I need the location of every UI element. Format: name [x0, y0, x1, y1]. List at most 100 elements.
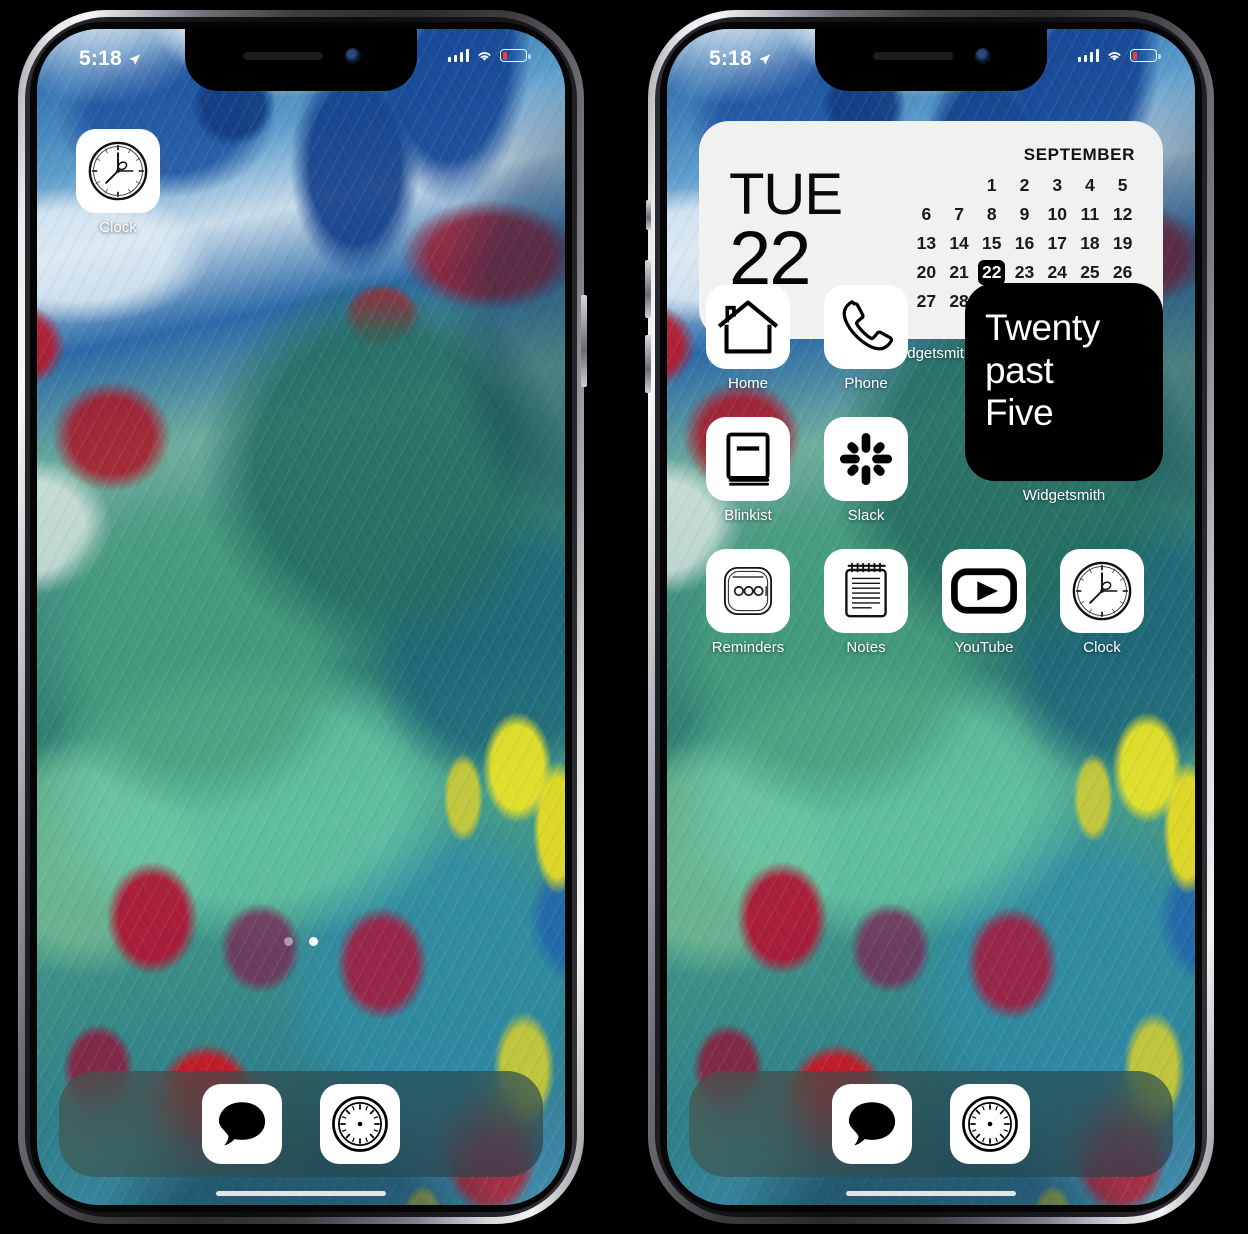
calendar-cell: 8 — [986, 203, 997, 224]
calendar-cell: 19 — [1112, 232, 1133, 253]
app-label: Blinkist — [724, 507, 772, 524]
calendar-cell: 15 — [982, 232, 1002, 253]
calendar-cell: 7 — [954, 203, 964, 224]
display-notch — [185, 29, 417, 91]
app-icon-youtube[interactable]: YouTube — [925, 549, 1043, 681]
app-label: Notes — [846, 639, 886, 656]
status-clock-label: 5:18 — [79, 47, 122, 70]
messages-icon[interactable] — [832, 1084, 912, 1164]
app-icon-clock[interactable]: Clock — [1043, 549, 1161, 681]
app-grid-right: Home Phone Blinkist Slack Reminders Note… — [667, 285, 1195, 681]
clock-icon — [76, 129, 160, 213]
youtube-play-icon — [942, 549, 1026, 633]
screenshot-stage: 5:18 Clock 5:18 TUE 22 SEPTEMBER 1 2 3 4… — [0, 0, 1248, 1234]
calendar-cell: 5 — [1117, 174, 1128, 195]
volume-down-button[interactable] — [645, 335, 651, 393]
calendar-cell: 14 — [949, 232, 969, 253]
home-indicator[interactable] — [216, 1191, 386, 1196]
safari-compass-icon[interactable] — [950, 1084, 1030, 1164]
dock-right — [689, 1071, 1173, 1177]
status-time-group: 5:18 — [79, 47, 141, 71]
home-screen-right: TUE 22 SEPTEMBER 1 2 3 4 5 6 7 8 9 10 11 12 13 14 15 16… — [667, 29, 1195, 1205]
app-icon-home[interactable]: Home — [689, 285, 807, 417]
home-indicator[interactable] — [846, 1191, 1016, 1196]
app-label: Home — [727, 375, 768, 392]
calendar-cell-empty — [943, 172, 976, 198]
messages-icon[interactable] — [202, 1084, 282, 1164]
app-grid-left: Clock — [37, 129, 565, 261]
app-icon-slack[interactable]: Slack — [807, 417, 925, 549]
app-row: Home Phone — [667, 285, 1195, 417]
location-arrow-icon — [128, 53, 141, 66]
calendar-cell: 16 — [1014, 232, 1035, 253]
calendar-cell: 2 — [1019, 174, 1030, 195]
earpiece-speaker-icon — [873, 52, 953, 60]
calendar-cell: 10 — [1047, 203, 1067, 224]
calendar-cell: 18 — [1080, 232, 1100, 253]
notepad-icon — [824, 549, 908, 633]
wifi-icon — [476, 49, 493, 62]
app-row: Clock — [37, 129, 565, 261]
phone-right: 5:18 TUE 22 SEPTEMBER 1 2 3 4 5 6 7 8 9 … — [645, 10, 1214, 1224]
slack-icon — [824, 417, 908, 501]
earpiece-speaker-icon — [243, 52, 323, 60]
cellular-signal-icon — [447, 49, 469, 62]
calendar-cell: 12 — [1112, 203, 1133, 224]
app-icon-clock[interactable]: Clock — [59, 129, 177, 261]
location-arrow-icon — [758, 53, 771, 66]
ring-silent-switch[interactable] — [646, 200, 651, 230]
page-dot[interactable] — [284, 937, 293, 946]
calendar-cell: 6 — [921, 203, 932, 224]
calendar-cell-today: 22 — [975, 259, 1008, 285]
app-icon-blinkist[interactable]: Blinkist — [689, 417, 807, 549]
calendar-cell: 25 — [1080, 261, 1100, 282]
power-button[interactable] — [581, 295, 587, 387]
app-label: Slack — [847, 507, 885, 524]
calendar-cell: 3 — [1052, 174, 1063, 195]
app-label: Clock — [99, 219, 137, 236]
app-icon-phone[interactable]: Phone — [807, 285, 925, 417]
app-row: Blinkist Slack — [667, 417, 1195, 549]
calendar-cell: 13 — [916, 232, 937, 253]
clock-icon — [1060, 549, 1144, 633]
dock-left — [59, 1071, 543, 1177]
status-time-group: 5:18 — [709, 47, 771, 71]
page-dot-active[interactable] — [309, 937, 318, 946]
display-notch — [815, 29, 1047, 91]
phone-screen-right: 5:18 TUE 22 SEPTEMBER 1 2 3 4 5 6 7 8 9 … — [667, 29, 1195, 1205]
calendar-cell: 4 — [1085, 174, 1095, 195]
status-indicators — [1077, 49, 1161, 62]
battery-low-icon — [500, 49, 531, 62]
volume-up-button[interactable] — [645, 260, 651, 318]
calendar-cell: 17 — [1047, 232, 1067, 253]
book-icon — [706, 417, 790, 501]
calendar-weekday: TUE — [729, 161, 843, 227]
home-screen-left: Clock — [37, 29, 565, 1205]
phone-handset-icon — [824, 285, 908, 369]
battery-low-icon — [1130, 49, 1161, 62]
reminders-icon — [706, 549, 790, 633]
wifi-icon — [1106, 49, 1123, 62]
calendar-cell: 21 — [949, 261, 969, 282]
app-label: Clock — [1083, 639, 1121, 656]
calendar-cell: 24 — [1047, 261, 1067, 282]
app-icon-notes[interactable]: Notes — [807, 549, 925, 681]
calendar-cell: 20 — [916, 261, 937, 282]
calendar-cell: 23 — [1014, 261, 1035, 282]
calendar-month-label: SEPTEMBER — [1023, 145, 1135, 164]
safari-compass-icon[interactable] — [320, 1084, 400, 1164]
app-label: YouTube — [954, 639, 1014, 656]
app-row: Reminders Notes YouTube Clock — [667, 549, 1195, 681]
page-indicator[interactable] — [37, 937, 565, 946]
calendar-cell: 11 — [1080, 203, 1100, 224]
status-indicators — [447, 49, 531, 62]
cellular-signal-icon — [1077, 49, 1099, 62]
front-camera-icon — [975, 48, 991, 64]
house-icon — [706, 285, 790, 369]
calendar-cell: 26 — [1112, 261, 1133, 282]
app-icon-reminders[interactable]: Reminders — [689, 549, 807, 681]
phone-screen-left: 5:18 Clock — [37, 29, 565, 1205]
app-label: Phone — [844, 375, 888, 392]
app-label: Reminders — [711, 639, 785, 656]
calendar-cell: 1 — [986, 174, 997, 195]
